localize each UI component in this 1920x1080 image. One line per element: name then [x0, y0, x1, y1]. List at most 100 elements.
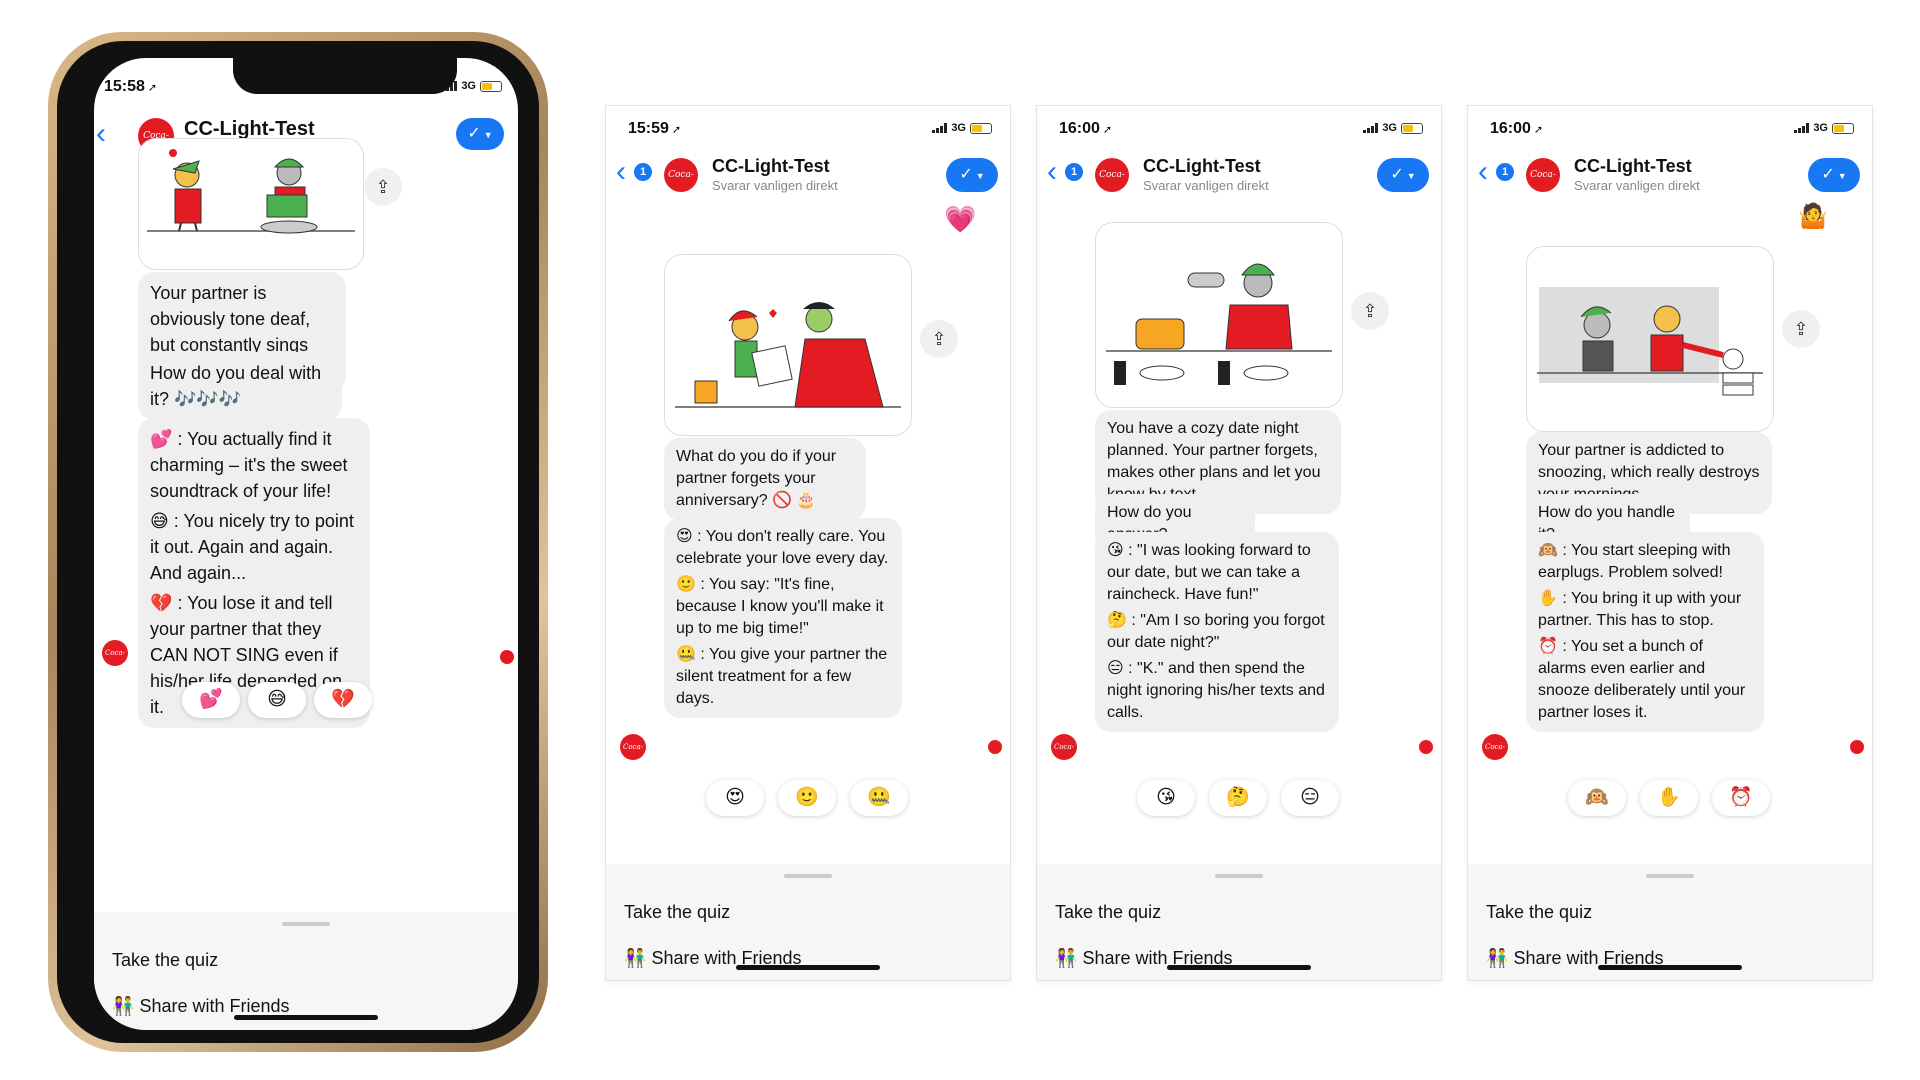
persistent-menu: Take the quiz 👫 Share with Friends	[606, 864, 1010, 980]
menu-item-take-quiz[interactable]: Take the quiz	[1055, 902, 1161, 923]
battery-icon	[480, 80, 502, 92]
network-type: 3G	[1813, 122, 1828, 134]
done-button[interactable]: ✓ ▼	[1377, 158, 1429, 192]
persistent-menu: Take the quiz 👫 Share with Friends	[94, 912, 518, 1030]
home-indicator	[234, 1015, 378, 1020]
friends-icon: 👫	[1055, 948, 1078, 968]
chat-header: ‹ 1 Coca-Cola CC-Light-Test Svarar vanli…	[1037, 146, 1441, 214]
location-arrow-icon: ➚	[1533, 124, 1544, 136]
menu-drag-handle[interactable]	[784, 874, 832, 878]
unread-count-badge: 1	[1065, 163, 1083, 181]
quick-reply-button[interactable]: 😍	[706, 780, 764, 816]
chat-subtitle: Svarar vanligen direkt	[712, 178, 838, 193]
quick-reply-button[interactable]: 💕	[182, 682, 240, 718]
menu-item-take-quiz[interactable]: Take the quiz	[624, 902, 730, 923]
chat-screen-4: 16:00 ➚ 3G ‹ 1 Coca-Cola CC-Light-Test Sv…	[1468, 106, 1872, 980]
status-indicators: 3G	[1363, 122, 1423, 134]
iphone-notch	[233, 58, 457, 94]
unread-count-badge: 1	[1496, 163, 1514, 181]
quick-reply-button[interactable]: 😅	[248, 682, 306, 718]
anniversary-illustration	[675, 302, 901, 408]
read-receipt-avatar	[1419, 740, 1433, 754]
persistent-menu: Take the quiz 👫 Share with Friends	[1468, 864, 1872, 980]
share-icon[interactable]: ⇪	[364, 168, 402, 206]
answer-option: 💕 : You actually find it charming – it's…	[150, 429, 348, 501]
sent-emoji: 💗	[944, 204, 977, 234]
location-arrow-icon: ➚	[671, 124, 682, 136]
quick-reply-button[interactable]: 🤔	[1209, 780, 1267, 816]
done-button[interactable]: ✓ ▼	[456, 118, 504, 150]
network-type: 3G	[1382, 122, 1397, 134]
location-arrow-icon: ➚	[1102, 124, 1113, 136]
answer-option: ⏰ : You set a bunch of alarms even earli…	[1538, 638, 1746, 721]
network-type: 3G	[951, 122, 966, 134]
answer-option: 🤐 : You give your partner the silent tre…	[676, 646, 888, 707]
status-time: 15:58 ➚	[104, 78, 158, 95]
chevron-down-icon: ▼	[1837, 171, 1847, 181]
home-indicator	[1167, 965, 1311, 970]
chat-title: CC-Light-Test	[1574, 156, 1692, 176]
quick-reply-button[interactable]: 😘	[1137, 780, 1195, 816]
status-time: 15:59 ➚	[628, 120, 682, 137]
read-receipt-avatar	[500, 650, 514, 664]
menu-item-take-quiz[interactable]: Take the quiz	[1486, 902, 1592, 923]
quick-reply-button[interactable]: 💔	[314, 682, 372, 718]
answer-option: 😑 : "K." and then spend the night ignori…	[1107, 660, 1325, 721]
battery-icon	[1401, 122, 1423, 134]
bot-avatar-logo[interactable]: Coca-Cola	[664, 158, 698, 214]
quiz-illustration-card	[1526, 246, 1774, 432]
chevron-down-icon: ▼	[483, 130, 493, 140]
chevron-down-icon: ▼	[975, 171, 985, 181]
read-receipt-avatar	[988, 740, 1002, 754]
answers-bubble: 😍 : You don't really care. You celebrate…	[664, 518, 902, 718]
friends-icon: 👫	[112, 996, 135, 1016]
quick-reply-button[interactable]: 🙉	[1568, 780, 1626, 816]
quick-reply-button[interactable]: 🤐	[850, 780, 908, 816]
chat-title: CC-Light-Test	[712, 156, 830, 176]
signal-icon	[1794, 123, 1810, 133]
menu-drag-handle[interactable]	[282, 922, 330, 926]
chat-subtitle: Svarar vanligen direkt	[1574, 178, 1700, 193]
back-chevron-icon[interactable]: ‹	[96, 119, 106, 149]
answer-option: 😍 : You don't really care. You celebrate…	[676, 528, 889, 567]
status-indicators: 3G	[1794, 122, 1854, 134]
bot-avatar: Coca-Cola	[620, 734, 646, 777]
answer-option: 🙂 : You say: "It's fine, because I know …	[676, 576, 884, 637]
singing-couple-illustration	[147, 149, 355, 234]
quick-reply-button[interactable]: 🙂	[778, 780, 836, 816]
message-bubble: How do you deal with it? 🎶🎶🎶	[138, 352, 342, 420]
home-indicator	[1598, 965, 1742, 970]
battery-icon	[1832, 122, 1854, 134]
bot-avatar: Coca-Cola	[1482, 734, 1508, 777]
quick-reply-button[interactable]: 😑	[1281, 780, 1339, 816]
persistent-menu: Take the quiz 👫 Share with Friends	[1037, 864, 1441, 980]
bot-avatar-logo[interactable]: Coca-Cola	[1526, 158, 1560, 214]
quick-reply-button[interactable]: ⏰	[1712, 780, 1770, 816]
chat-title: CC-Light-Test	[1143, 156, 1261, 176]
share-icon[interactable]: ⇪	[920, 320, 958, 358]
answer-option: 😘 : "I was looking forward to our date, …	[1107, 542, 1311, 603]
signal-icon	[932, 123, 948, 133]
quick-reply-button[interactable]: ✋	[1640, 780, 1698, 816]
back-chevron-icon[interactable]: ‹	[1047, 157, 1057, 187]
menu-drag-handle[interactable]	[1646, 874, 1694, 878]
back-chevron-icon[interactable]: ‹	[616, 157, 626, 187]
share-icon[interactable]: ⇪	[1351, 292, 1389, 330]
sent-emoji: 🤷	[1798, 203, 1828, 230]
done-button[interactable]: ✓ ▼	[946, 158, 998, 192]
chat-header: ‹ 1 Coca-Cola CC-Light-Test Svarar vanli…	[606, 146, 1010, 214]
read-receipt-avatar	[1850, 740, 1864, 754]
menu-drag-handle[interactable]	[1215, 874, 1263, 878]
menu-item-take-quiz[interactable]: Take the quiz	[112, 950, 218, 971]
status-time: 16:00 ➚	[1490, 120, 1544, 137]
menu-item-share-friends[interactable]: 👫 Share with Friends	[112, 996, 290, 1017]
unread-count-badge: 1	[634, 163, 652, 181]
bot-avatar-logo[interactable]: Coca-Cola	[1095, 158, 1129, 214]
status-time: 16:00 ➚	[1059, 120, 1113, 137]
done-button[interactable]: ✓ ▼	[1808, 158, 1860, 192]
share-icon[interactable]: ⇪	[1782, 310, 1820, 348]
quiz-illustration-card	[1095, 222, 1343, 408]
status-bar: 15:59 ➚ 3G	[606, 106, 1010, 144]
home-indicator	[736, 965, 880, 970]
back-chevron-icon[interactable]: ‹	[1478, 157, 1488, 187]
